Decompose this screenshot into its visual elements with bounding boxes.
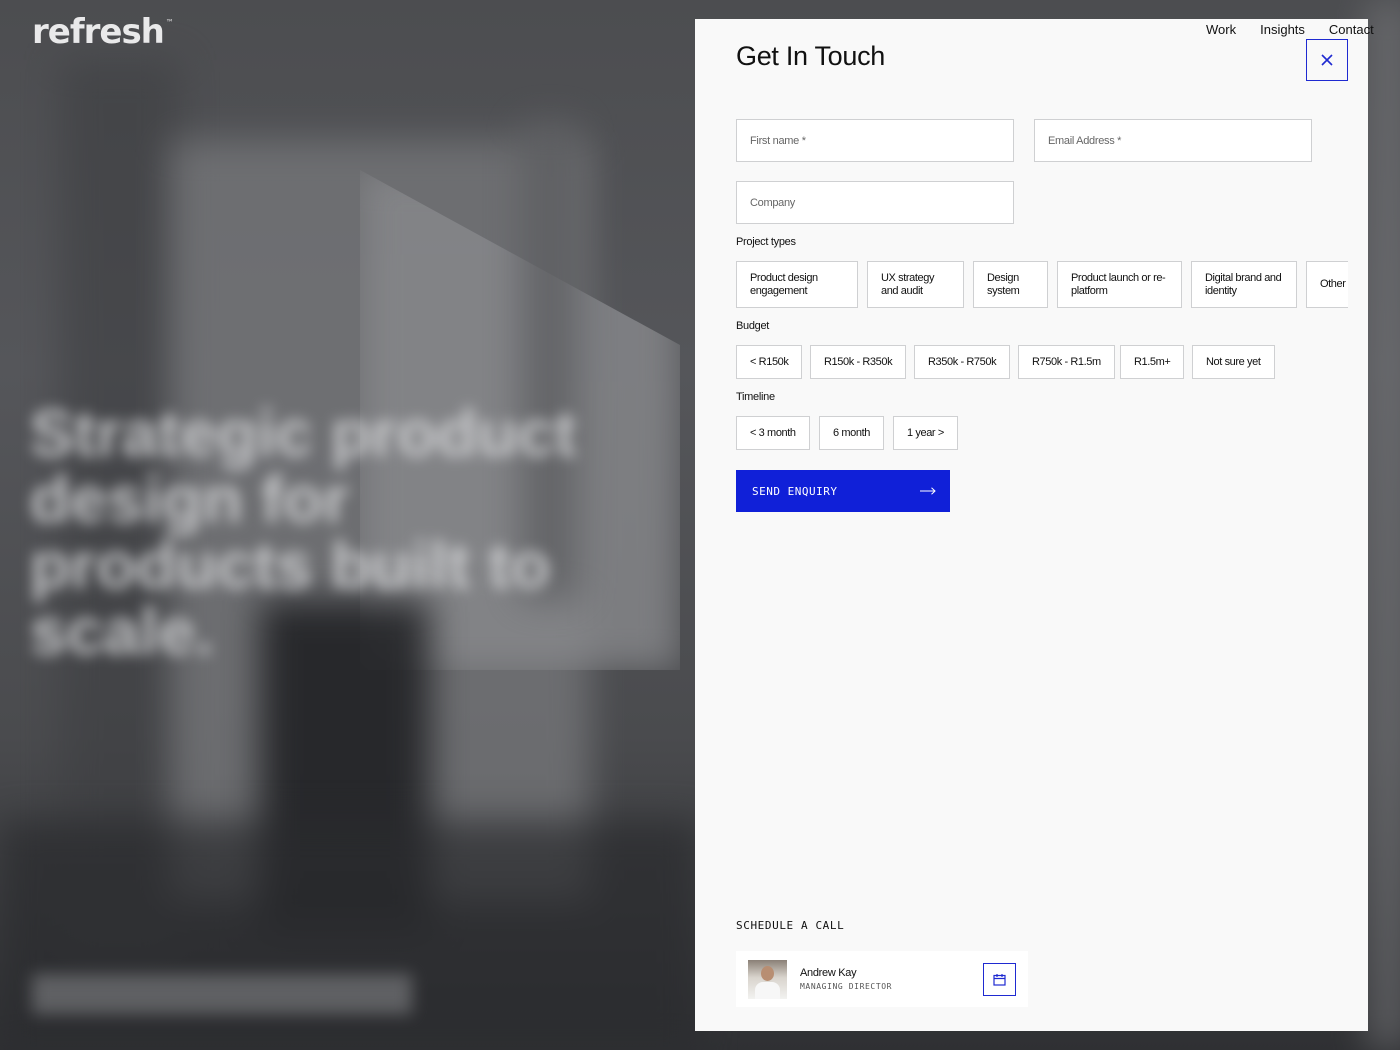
budget-chip[interactable]: R150k - R350k [810, 345, 907, 379]
send-enquiry-button[interactable]: SEND ENQUIRY [736, 470, 950, 512]
schedule-call-button[interactable] [983, 962, 1016, 996]
chip-label: < R150k [750, 355, 789, 368]
chip-label: R1.5m+ [1134, 355, 1171, 368]
contact-panel: Get In Touch Project types Product desig… [695, 19, 1368, 1031]
close-icon [1321, 54, 1333, 66]
bg-shape [0, 820, 700, 1050]
chip-label: R150k - R350k [824, 355, 893, 368]
bg-shape [1368, 0, 1400, 1050]
timeline-chip[interactable]: 1 year > [893, 416, 958, 450]
schedule-call-label: SCHEDULE A CALL [736, 919, 845, 932]
avatar-head [761, 965, 774, 981]
trademark: ™ [165, 18, 174, 27]
nav-work[interactable]: Work [1206, 22, 1236, 37]
chip-label: Other [1320, 278, 1346, 290]
panel-title: Get In Touch [736, 41, 886, 71]
top-nav: Work Insights Contact [1206, 22, 1374, 37]
timeline-label: Timeline [736, 391, 775, 403]
project-type-chip[interactable]: Product design engagement [736, 261, 858, 308]
hero-subtitle-blurred [32, 974, 412, 1014]
avatar [748, 959, 787, 999]
project-type-chip[interactable]: UX strategy and audit [867, 261, 964, 308]
logo-text: refresh [32, 12, 165, 52]
budget-chip[interactable]: < R150k [736, 345, 803, 379]
chip-label: Product launch or re-platform [1071, 271, 1166, 297]
budget-chip[interactable]: R350k - R750k [914, 345, 1011, 379]
budget-chip[interactable]: R1.5m+ [1120, 345, 1185, 379]
contact-role: MANAGING DIRECTOR [800, 982, 893, 991]
chip-label: Product design engagement [750, 271, 818, 297]
company-field[interactable] [736, 181, 1014, 224]
first-name-field[interactable] [736, 119, 1014, 162]
budget-label: Budget [736, 320, 770, 332]
project-types-group: Product design engagement UX strategy an… [695, 19, 1348, 1031]
nav-contact[interactable]: Contact [1329, 22, 1374, 37]
chip-label: Not sure yet [1206, 355, 1261, 368]
project-types-label: Project types [736, 236, 796, 248]
contact-info: Andrew Kay MANAGING DIRECTOR [800, 967, 983, 991]
close-button[interactable] [1306, 39, 1348, 81]
email-field[interactable] [1034, 119, 1312, 162]
contact-name: Andrew Kay [800, 967, 857, 979]
chip-label: Design system [987, 271, 1020, 297]
timeline-chip[interactable]: < 3 month [736, 416, 810, 450]
chip-label: Digital brand and identity [1205, 271, 1282, 297]
chip-label: < 3 month [750, 426, 796, 439]
budget-chip[interactable]: R750k - R1.5m [1018, 345, 1115, 379]
contact-card: Andrew Kay MANAGING DIRECTOR [736, 951, 1028, 1007]
project-type-chip[interactable]: Product launch or re-platform [1057, 261, 1182, 308]
chip-label: 1 year > [907, 426, 944, 439]
budget-chip[interactable]: Not sure yet [1192, 345, 1275, 379]
nav-insights[interactable]: Insights [1260, 22, 1305, 37]
project-type-chip[interactable]: Design system [973, 261, 1048, 308]
chip-label: 6 month [833, 426, 870, 439]
chip-label: UX strategy and audit [881, 271, 935, 297]
send-enquiry-label: SEND ENQUIRY [752, 484, 838, 498]
project-type-chip[interactable]: Digital brand and identity [1191, 261, 1297, 308]
timeline-chip[interactable]: 6 month [819, 416, 884, 450]
brand-logo[interactable]: refresh ™ [32, 12, 174, 52]
arrow-right-icon [920, 487, 936, 495]
hero-title: Strategic product design for products bu… [30, 396, 577, 668]
chip-label: R750k - R1.5m [1032, 355, 1101, 368]
chip-label: R350k - R750k [928, 355, 997, 368]
project-type-chip[interactable]: Other [1306, 261, 1348, 308]
calendar-icon [993, 973, 1006, 986]
avatar-body [755, 981, 780, 999]
